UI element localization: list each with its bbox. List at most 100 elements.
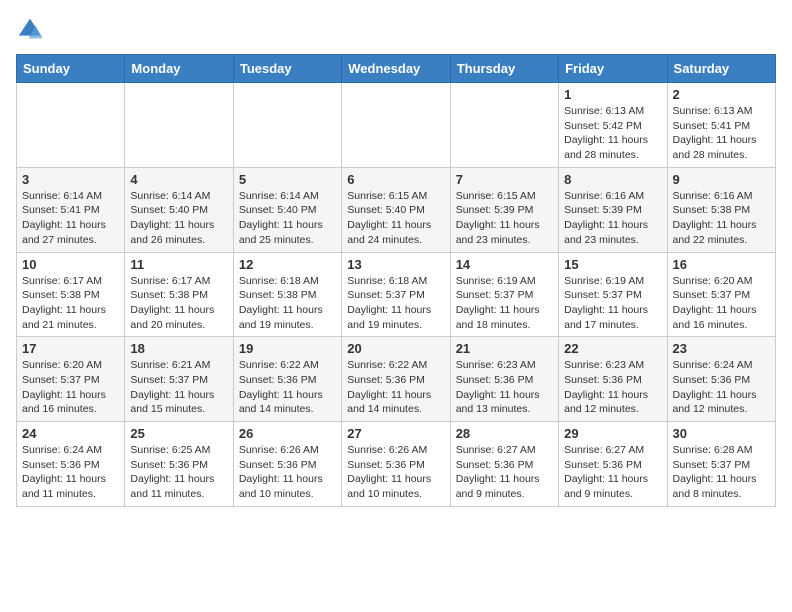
calendar-cell: 18 Sunrise: 6:21 AMSunset: 5:37 PMDayligh… xyxy=(125,337,233,422)
day-number: 13 xyxy=(347,257,444,272)
logo-icon xyxy=(16,16,44,44)
day-number: 14 xyxy=(456,257,553,272)
day-info: Sunrise: 6:26 AMSunset: 5:36 PMDaylight:… xyxy=(347,443,444,502)
day-info: Sunrise: 6:14 AMSunset: 5:41 PMDaylight:… xyxy=(22,189,119,248)
day-number: 8 xyxy=(564,172,661,187)
day-info: Sunrise: 6:22 AMSunset: 5:36 PMDaylight:… xyxy=(239,358,336,417)
day-number: 9 xyxy=(673,172,770,187)
day-number: 26 xyxy=(239,426,336,441)
calendar-cell: 7 Sunrise: 6:15 AMSunset: 5:39 PMDaylight… xyxy=(450,167,558,252)
day-number: 10 xyxy=(22,257,119,272)
day-number: 27 xyxy=(347,426,444,441)
day-info: Sunrise: 6:15 AMSunset: 5:40 PMDaylight:… xyxy=(347,189,444,248)
day-of-week-header: Thursday xyxy=(450,55,558,83)
day-number: 22 xyxy=(564,341,661,356)
day-number: 29 xyxy=(564,426,661,441)
calendar-cell: 17 Sunrise: 6:20 AMSunset: 5:37 PMDayligh… xyxy=(17,337,125,422)
calendar-week-row: 10 Sunrise: 6:17 AMSunset: 5:38 PMDayligh… xyxy=(17,252,776,337)
calendar-week-row: 3 Sunrise: 6:14 AMSunset: 5:41 PMDaylight… xyxy=(17,167,776,252)
calendar-cell: 26Sunrise: 6:26 AMSunset: 5:36 PMDayligh… xyxy=(233,422,341,507)
day-number: 21 xyxy=(456,341,553,356)
calendar-cell: 4 Sunrise: 6:14 AMSunset: 5:40 PMDaylight… xyxy=(125,167,233,252)
day-number: 4 xyxy=(130,172,227,187)
calendar-cell xyxy=(17,83,125,168)
logo xyxy=(16,16,48,44)
calendar-cell: 1 Sunrise: 6:13 AMSunset: 5:42 PMDaylight… xyxy=(559,83,667,168)
day-info: Sunrise: 6:23 AMSunset: 5:36 PMDaylight:… xyxy=(456,358,553,417)
calendar-cell xyxy=(125,83,233,168)
calendar-cell: 30 Sunrise: 6:28 AMSunset: 5:37 PMDayligh… xyxy=(667,422,775,507)
day-info: Sunrise: 6:20 AMSunset: 5:37 PMDaylight:… xyxy=(673,274,770,333)
calendar-cell: 16 Sunrise: 6:20 AMSunset: 5:37 PMDayligh… xyxy=(667,252,775,337)
calendar-cell: 24Sunrise: 6:24 AMSunset: 5:36 PMDayligh… xyxy=(17,422,125,507)
day-number: 16 xyxy=(673,257,770,272)
calendar-cell xyxy=(450,83,558,168)
calendar-cell: 29 Sunrise: 6:27 AMSunset: 5:36 PMDayligh… xyxy=(559,422,667,507)
day-of-week-header: Monday xyxy=(125,55,233,83)
day-info: Sunrise: 6:21 AMSunset: 5:37 PMDaylight:… xyxy=(130,358,227,417)
day-info: Sunrise: 6:25 AMSunset: 5:36 PMDaylight:… xyxy=(130,443,227,502)
day-info: Sunrise: 6:16 AMSunset: 5:38 PMDaylight:… xyxy=(673,189,770,248)
day-info: Sunrise: 6:18 AMSunset: 5:37 PMDaylight:… xyxy=(347,274,444,333)
calendar-week-row: 1 Sunrise: 6:13 AMSunset: 5:42 PMDaylight… xyxy=(17,83,776,168)
day-number: 28 xyxy=(456,426,553,441)
day-info: Sunrise: 6:24 AMSunset: 5:36 PMDaylight:… xyxy=(22,443,119,502)
calendar-table: SundayMondayTuesdayWednesdayThursdayFrid… xyxy=(16,54,776,507)
calendar-cell: 6 Sunrise: 6:15 AMSunset: 5:40 PMDaylight… xyxy=(342,167,450,252)
day-number: 17 xyxy=(22,341,119,356)
calendar-cell: 12Sunrise: 6:18 AMSunset: 5:38 PMDayligh… xyxy=(233,252,341,337)
calendar-cell: 5 Sunrise: 6:14 AMSunset: 5:40 PMDaylight… xyxy=(233,167,341,252)
day-number: 19 xyxy=(239,341,336,356)
day-info: Sunrise: 6:16 AMSunset: 5:39 PMDaylight:… xyxy=(564,189,661,248)
day-info: Sunrise: 6:20 AMSunset: 5:37 PMDaylight:… xyxy=(22,358,119,417)
day-number: 12 xyxy=(239,257,336,272)
day-number: 7 xyxy=(456,172,553,187)
day-info: Sunrise: 6:17 AMSunset: 5:38 PMDaylight:… xyxy=(22,274,119,333)
day-info: Sunrise: 6:17 AMSunset: 5:38 PMDaylight:… xyxy=(130,274,227,333)
calendar-cell: 3 Sunrise: 6:14 AMSunset: 5:41 PMDaylight… xyxy=(17,167,125,252)
day-info: Sunrise: 6:15 AMSunset: 5:39 PMDaylight:… xyxy=(456,189,553,248)
calendar-cell: 13 Sunrise: 6:18 AMSunset: 5:37 PMDayligh… xyxy=(342,252,450,337)
calendar-cell: 10 Sunrise: 6:17 AMSunset: 5:38 PMDayligh… xyxy=(17,252,125,337)
page-header xyxy=(16,16,776,44)
calendar-cell: 19 Sunrise: 6:22 AMSunset: 5:36 PMDayligh… xyxy=(233,337,341,422)
calendar-cell: 22 Sunrise: 6:23 AMSunset: 5:36 PMDayligh… xyxy=(559,337,667,422)
day-number: 23 xyxy=(673,341,770,356)
calendar-cell: 2 Sunrise: 6:13 AMSunset: 5:41 PMDaylight… xyxy=(667,83,775,168)
day-info: Sunrise: 6:14 AMSunset: 5:40 PMDaylight:… xyxy=(130,189,227,248)
day-number: 18 xyxy=(130,341,227,356)
calendar-cell: 28Sunrise: 6:27 AMSunset: 5:36 PMDayligh… xyxy=(450,422,558,507)
day-number: 2 xyxy=(673,87,770,102)
day-of-week-header: Sunday xyxy=(17,55,125,83)
day-of-week-header: Tuesday xyxy=(233,55,341,83)
calendar-cell xyxy=(342,83,450,168)
calendar-header-row: SundayMondayTuesdayWednesdayThursdayFrid… xyxy=(17,55,776,83)
day-number: 6 xyxy=(347,172,444,187)
day-of-week-header: Saturday xyxy=(667,55,775,83)
day-number: 1 xyxy=(564,87,661,102)
day-info: Sunrise: 6:22 AMSunset: 5:36 PMDaylight:… xyxy=(347,358,444,417)
calendar-cell: 14 Sunrise: 6:19 AMSunset: 5:37 PMDayligh… xyxy=(450,252,558,337)
day-info: Sunrise: 6:13 AMSunset: 5:42 PMDaylight:… xyxy=(564,104,661,163)
calendar-cell xyxy=(233,83,341,168)
day-info: Sunrise: 6:13 AMSunset: 5:41 PMDaylight:… xyxy=(673,104,770,163)
day-number: 11 xyxy=(130,257,227,272)
day-number: 30 xyxy=(673,426,770,441)
day-info: Sunrise: 6:14 AMSunset: 5:40 PMDaylight:… xyxy=(239,189,336,248)
day-info: Sunrise: 6:19 AMSunset: 5:37 PMDaylight:… xyxy=(456,274,553,333)
day-info: Sunrise: 6:27 AMSunset: 5:36 PMDaylight:… xyxy=(564,443,661,502)
calendar-cell: 15 Sunrise: 6:19 AMSunset: 5:37 PMDayligh… xyxy=(559,252,667,337)
day-of-week-header: Friday xyxy=(559,55,667,83)
calendar-week-row: 24Sunrise: 6:24 AMSunset: 5:36 PMDayligh… xyxy=(17,422,776,507)
day-info: Sunrise: 6:28 AMSunset: 5:37 PMDaylight:… xyxy=(673,443,770,502)
calendar-cell: 9 Sunrise: 6:16 AMSunset: 5:38 PMDaylight… xyxy=(667,167,775,252)
day-info: Sunrise: 6:19 AMSunset: 5:37 PMDaylight:… xyxy=(564,274,661,333)
day-number: 3 xyxy=(22,172,119,187)
day-number: 15 xyxy=(564,257,661,272)
day-number: 5 xyxy=(239,172,336,187)
calendar-cell: 27 Sunrise: 6:26 AMSunset: 5:36 PMDayligh… xyxy=(342,422,450,507)
day-of-week-header: Wednesday xyxy=(342,55,450,83)
day-number: 20 xyxy=(347,341,444,356)
calendar-week-row: 17 Sunrise: 6:20 AMSunset: 5:37 PMDayligh… xyxy=(17,337,776,422)
day-info: Sunrise: 6:23 AMSunset: 5:36 PMDaylight:… xyxy=(564,358,661,417)
